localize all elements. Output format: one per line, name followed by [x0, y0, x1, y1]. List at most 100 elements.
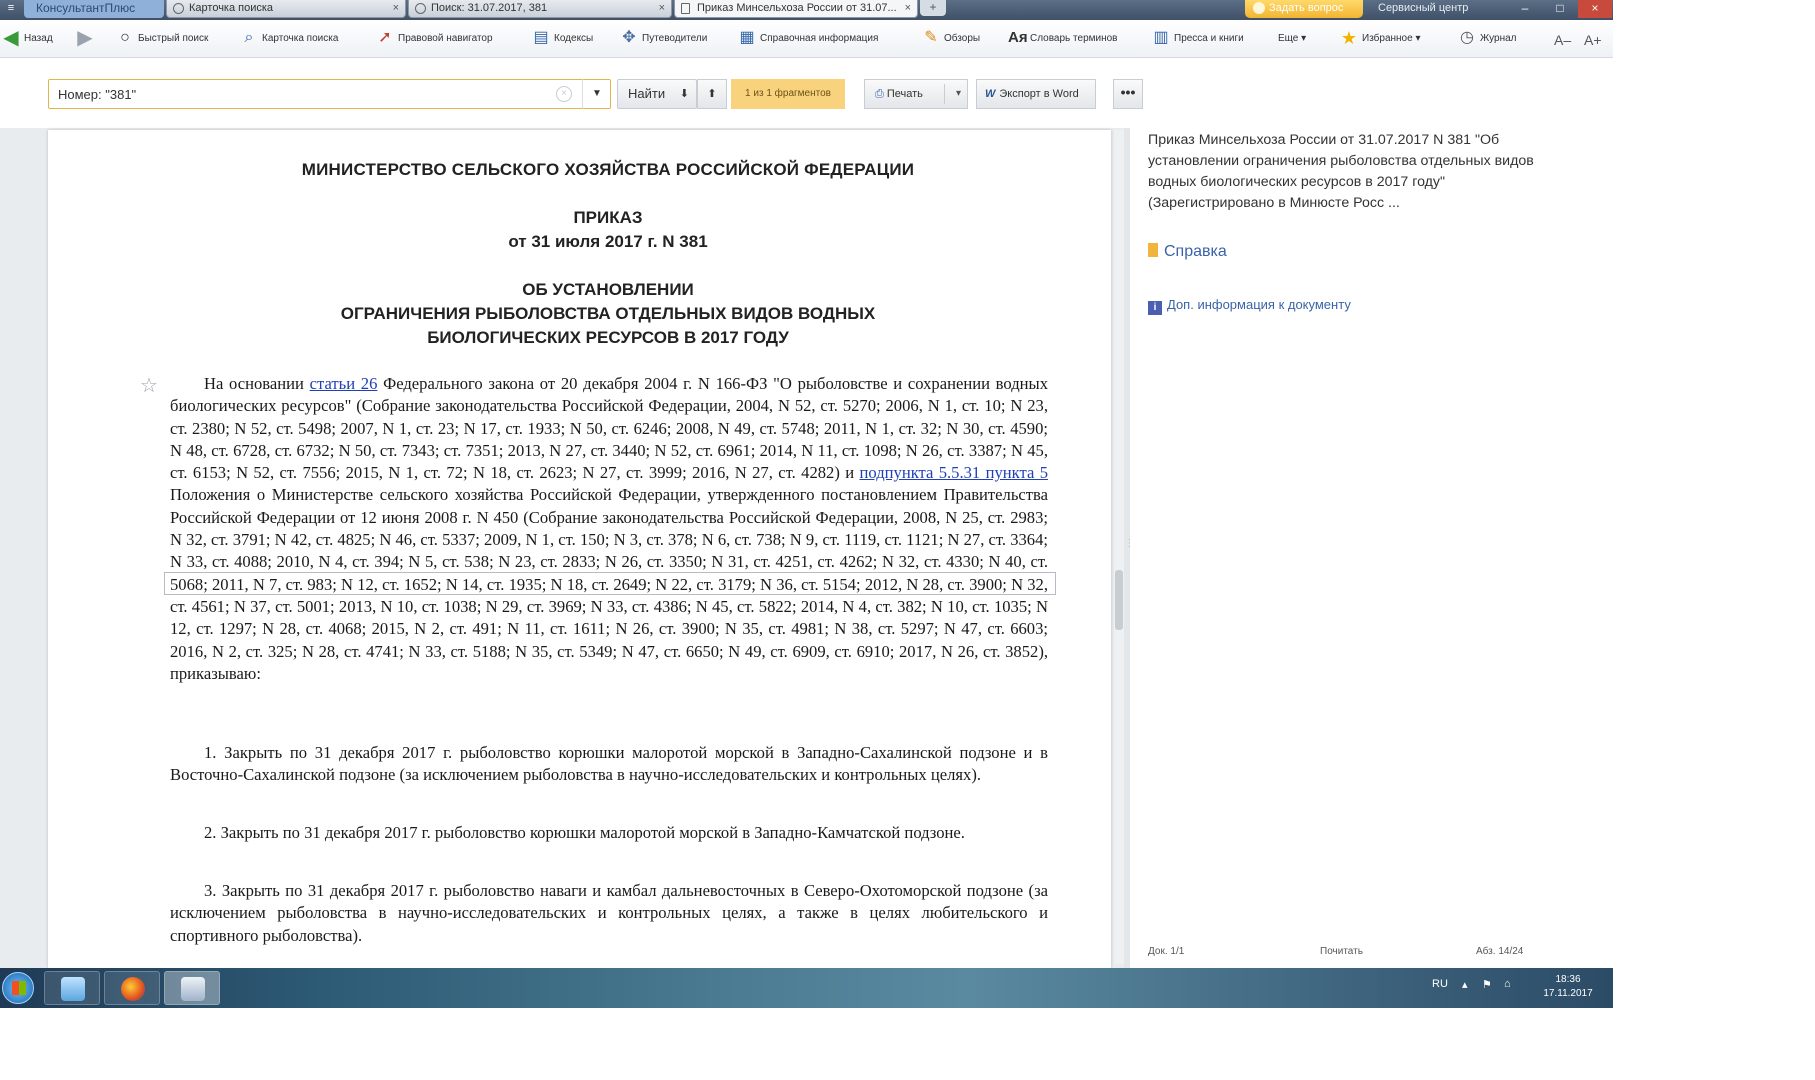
person-icon — [1253, 2, 1265, 14]
extra-info-link[interactable]: i Доп. информация к документу — [1148, 297, 1351, 315]
ask-question-button[interactable]: Задать вопрос — [1245, 0, 1363, 18]
taskbar-explorer[interactable] — [44, 971, 100, 1005]
legal-navigator-button[interactable]: ➚ Правовой навигатор — [376, 29, 493, 51]
new-tab-button[interactable]: + — [920, 0, 946, 16]
reviews-label: Обзоры — [944, 33, 981, 44]
find-button[interactable]: Найти ⬇ — [617, 79, 697, 109]
tab-search-card[interactable]: Карточка поиска × — [166, 0, 406, 18]
font-decrease-button[interactable]: A– — [1554, 32, 1571, 48]
close-icon[interactable]: × — [393, 0, 399, 16]
guides-label: Путеводители — [642, 33, 708, 44]
back-button[interactable]: ◀ Назад — [2, 27, 52, 51]
fragments-counter: 1 из 1 фрагментов — [731, 79, 845, 109]
journal-label: Журнал — [1480, 33, 1517, 44]
journal-button[interactable]: ◷ Журнал — [1458, 29, 1517, 51]
guides-button[interactable]: ✥ Путеводители — [620, 29, 707, 51]
firefox-icon — [121, 977, 145, 1001]
subparagraph-link[interactable]: подпункта 5.5.31 пункта 5 — [860, 463, 1049, 482]
star-icon: ★ — [1340, 28, 1358, 49]
clock-icon: ◷ — [1460, 29, 1474, 47]
maximize-icon[interactable]: □ — [1543, 0, 1577, 18]
reference-info-button[interactable]: ▦ Справочная информация — [738, 29, 878, 51]
word-icon: W — [985, 88, 996, 100]
clause-2: 2. Закрыть по 31 декабря 2017 г. рыболов… — [170, 822, 1048, 844]
quick-search-button[interactable]: ○ Быстрый поиск — [116, 29, 208, 51]
reference-icon: ▦ — [739, 29, 755, 47]
start-button[interactable] — [2, 972, 34, 1004]
dictionary-icon: Aя — [1008, 29, 1028, 47]
search-history-dropdown[interactable]: ▼ — [582, 79, 611, 109]
dictionary-label: Словарь терминов — [1030, 33, 1118, 44]
service-center-link[interactable]: Сервисный центр — [1378, 0, 1468, 16]
document-counter: Док. 1/1 — [1148, 946, 1185, 957]
close-icon[interactable]: × — [905, 0, 911, 16]
reference-link[interactable]: Справка — [1148, 243, 1227, 261]
find-previous-button[interactable]: ⬆ — [697, 79, 727, 109]
codexes-button[interactable]: ▤ Кодексы — [532, 29, 593, 51]
favorites-label: Избранное — [1362, 33, 1413, 44]
tab-document[interactable]: Приказ Минсельхоза России от 31.07... × — [674, 0, 918, 18]
article-26-link[interactable]: статьи 26 — [310, 374, 378, 393]
navigator-icon: ➚ — [378, 29, 392, 47]
close-icon[interactable]: × — [659, 0, 665, 16]
tray-expand-icon[interactable]: ▴ — [1462, 978, 1468, 991]
scrollbar-thumb[interactable] — [1115, 570, 1123, 630]
minimize-icon[interactable]: – — [1508, 0, 1542, 18]
more-menu-button[interactable]: Еще ▾ — [1278, 29, 1306, 51]
language-indicator[interactable]: RU — [1432, 978, 1448, 990]
magnifier-icon: ○ — [120, 29, 130, 47]
preamble-paragraph: На основании статьи 26 Федерального зако… — [170, 373, 1048, 685]
taskbar-consultant[interactable] — [164, 971, 220, 1005]
favorites-button[interactable]: ★ Избранное ▾ — [1340, 29, 1421, 51]
main-toolbar: ◀ Назад ▶ ○ Быстрый поиск ⌕ Карточка поиска… — [0, 20, 1613, 58]
search-card-button[interactable]: ⌕ Карточка поиска — [240, 29, 339, 51]
clock-time: 18:36 — [1555, 974, 1581, 985]
clause-text: 3. Закрыть по 31 декабря 2017 г. рыболов… — [170, 881, 1048, 945]
export-word-button[interactable]: W Экспорт в Word — [976, 79, 1096, 109]
tab-strip: ≡ КонсультантПлюс Карточка поиска × Поис… — [0, 0, 1613, 20]
printer-icon: ⎙ — [875, 88, 887, 100]
system-clock[interactable]: 18:36 17.11.2017 — [1538, 973, 1598, 1001]
arrow-left-icon: ◀ — [3, 27, 19, 50]
windows-taskbar: RU ▴ ⚑ ⌂ 18:36 17.11.2017 — [0, 968, 1613, 1008]
document-area: МИНИСТЕРСТВО СЕЛЬСКОГО ХОЗЯЙСТВА РОССИЙС… — [0, 128, 1141, 968]
tab-label: Карточка поиска — [189, 2, 274, 14]
legal-navigator-label: Правовой навигатор — [398, 33, 493, 44]
print-label: Печать — [886, 88, 923, 100]
app-menu-button[interactable]: ≡ — [0, 0, 22, 18]
document-scrollbar[interactable] — [1114, 130, 1124, 964]
more-options-button[interactable]: ••• — [1113, 79, 1143, 109]
clause-3: 3. Закрыть по 31 декабря 2017 г. рыболов… — [170, 880, 1048, 947]
dictionary-button[interactable]: Aя Словарь терминов — [1008, 29, 1118, 51]
bookmark-star-icon[interactable]: ☆ — [140, 373, 158, 398]
preamble-text: Положения о Министерстве сельского хозяй… — [170, 485, 1048, 683]
print-button[interactable]: ⎙ Печать ▾ — [864, 79, 968, 109]
document-page: МИНИСТЕРСТВО СЕЛЬСКОГО ХОЗЯЙСТВА РОССИЙС… — [48, 130, 1111, 968]
brand-tab[interactable]: КонсультантПлюс — [24, 0, 164, 18]
tab-search-results[interactable]: Поиск: 31.07.2017, 381 × — [408, 0, 672, 18]
font-increase-button[interactable]: A+ — [1584, 32, 1602, 48]
chevron-down-icon[interactable]: ▾ — [956, 80, 961, 108]
window-close-icon[interactable]: × — [1578, 0, 1612, 18]
windows-logo-icon — [12, 981, 26, 995]
tab-label: Поиск: 31.07.2017, 381 — [431, 2, 548, 14]
document-search-input[interactable] — [48, 79, 611, 109]
clause-1: 1. Закрыть по 31 декабря 2017 г. рыболов… — [170, 742, 1048, 787]
press-label: Пресса и книги — [1174, 33, 1244, 44]
clause-text: 2. Закрыть по 31 декабря 2017 г. рыболов… — [204, 823, 965, 842]
clock-date: 17.11.2017 — [1543, 988, 1593, 999]
subject-heading-2: ОГРАНИЧЕНИЯ РЫБОЛОВСТВА ОТДЕЛЬНЫХ ВИДОВ … — [340, 304, 876, 323]
forward-button[interactable]: ▶ — [76, 28, 98, 51]
taskbar-firefox[interactable] — [104, 971, 160, 1005]
tab-label: Приказ Минсельхоза России от 31.07... — [697, 2, 897, 14]
clear-icon[interactable]: × — [556, 86, 572, 102]
more-label: Еще — [1278, 33, 1299, 44]
read-link[interactable]: Почитать — [1320, 946, 1363, 957]
press-button[interactable]: ▥ Пресса и книги — [1152, 29, 1244, 51]
chevron-down-icon: ▾ — [1298, 33, 1307, 44]
network-icon[interactable]: ⌂ — [1504, 978, 1511, 990]
flag-icon[interactable]: ⚑ — [1482, 978, 1492, 991]
folder-icon — [61, 977, 85, 1001]
reviews-button[interactable]: ✎ Обзоры — [922, 29, 980, 51]
chevron-down-icon: ▾ — [1412, 33, 1421, 44]
